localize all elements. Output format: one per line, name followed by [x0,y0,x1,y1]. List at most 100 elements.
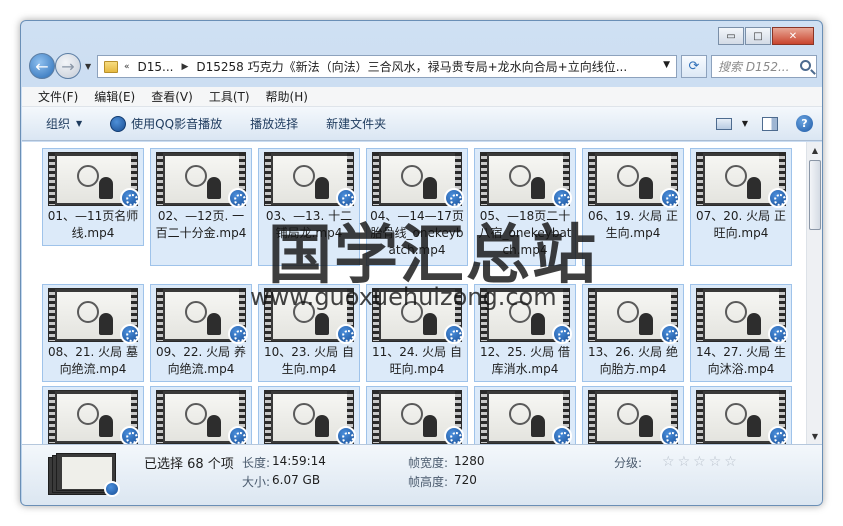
close-button[interactable]: ✕ [772,27,814,45]
file-name: 12、25. 火局 借库消水.mp4 [480,345,570,376]
file-item[interactable]: 07、20. 火局 正旺向.mp4 [690,148,792,266]
arrow-left-icon: ← [35,56,49,76]
file-item[interactable] [150,386,252,444]
breadcrumb-current[interactable]: D15258 巧克力《新法（向法）三合风水，禄马贵专局+龙水向合局+立向线位..… [196,58,627,75]
file-name: 02、—12页. 一百二十分金.mp4 [155,209,247,240]
compass-diagram [509,165,531,187]
compass-diagram [725,403,747,425]
file-item[interactable] [582,386,684,444]
file-item[interactable]: 05、—18页二十八宿_onekeybatch.mp4 [474,148,576,266]
new-folder-label: 新建文件夹 [326,117,387,131]
scroll-down-icon[interactable]: ▼ [807,428,822,444]
file-item[interactable]: 06、19. 火局 正生向.mp4 [582,148,684,266]
star-icon[interactable]: ☆ [678,454,691,470]
file-item[interactable]: 10、23. 火局 自生向.mp4 [258,284,360,382]
star-icon[interactable]: ☆ [709,454,722,470]
frame-height-value: 720 [454,473,477,487]
presenter [99,177,113,199]
compass-diagram [617,403,639,425]
presenter [531,313,545,335]
help-icon[interactable]: ? [796,115,813,132]
preview-pane-icon[interactable] [762,116,778,131]
star-icon[interactable]: ☆ [693,454,706,470]
compass-diagram [401,403,423,425]
file-item[interactable] [42,386,144,444]
presenter [207,313,221,335]
compass-diagram [185,301,207,323]
file-item[interactable] [474,386,576,444]
qq-player-icon [120,324,140,344]
file-list-area: 01、—11页名师线.mp4 02、—12页. 一百二十分金.mp4 03、—13.… [22,142,822,444]
presenter [207,415,221,437]
chevron-down-icon: ▼ [76,119,83,128]
presenter [423,415,437,437]
menu-file[interactable]: 文件(F) [38,88,78,105]
compass-diagram [77,403,99,425]
star-icon[interactable]: ☆ [662,454,675,470]
view-dropdown-icon[interactable]: ▼ [742,119,748,128]
search-placeholder: 搜索 D152... [718,60,790,74]
file-item[interactable]: 14、27. 火局 生向沐浴.mp4 [690,284,792,382]
scroll-thumb[interactable] [809,160,821,230]
presenter [315,313,329,335]
qq-player-icon [768,188,788,208]
play-selection-button[interactable]: 播放选择 [250,115,298,132]
file-item[interactable]: 02、—12页. 一百二十分金.mp4 [150,148,252,266]
address-bar[interactable]: « D15... ▶ D15258 巧克力《新法（向法）三合风水，禄马贵专局+龙… [97,55,677,78]
chevron-right-icon[interactable]: ▶ [181,62,188,72]
file-name: 10、23. 火局 自生向.mp4 [264,345,354,376]
size-value: 6.07 GB [272,473,321,487]
play-with-qq-button[interactable]: 使用QQ影音播放 [110,115,222,132]
back-button[interactable]: ← [29,53,55,79]
organize-button[interactable]: 组织 ▼ [46,115,82,132]
qq-player-icon [336,324,356,344]
qq-player-icon [552,426,572,444]
recent-pages-dropdown[interactable]: ▼ [85,62,91,71]
title-bar: ▭ □ ✕ [21,21,822,49]
length-label: 长度: [242,456,271,470]
address-dropdown-icon[interactable]: ▼ [663,60,670,70]
frame-width-label: 帧宽度: [408,456,449,470]
file-item[interactable]: 01、—11页名师线.mp4 [42,148,144,246]
menu-view[interactable]: 查看(V) [151,88,193,105]
file-item[interactable] [258,386,360,444]
presenter [747,415,761,437]
compass-diagram [509,301,531,323]
file-item[interactable]: 04、—14—17页胎骨线_onekeybatch.mp4 [366,148,468,266]
compass-diagram [617,301,639,323]
file-item[interactable] [366,386,468,444]
refresh-button[interactable]: ⟳ [681,55,707,78]
breadcrumb-parent[interactable]: D15... [138,60,174,74]
file-item[interactable]: 08、21. 火局 墓向绝流.mp4 [42,284,144,382]
forward-button[interactable]: → [55,53,81,79]
overflow-crumbs-icon[interactable]: « [124,62,130,72]
rating-stars[interactable]: ☆ ☆ ☆ ☆ ☆ [662,454,740,470]
new-folder-button[interactable]: 新建文件夹 [326,115,386,132]
file-item[interactable] [690,386,792,444]
change-view-icon[interactable] [715,117,732,130]
minimize-button[interactable]: ▭ [718,27,744,45]
file-item[interactable]: 12、25. 火局 借库消水.mp4 [474,284,576,382]
file-item[interactable]: 09、22. 火局 养向绝流.mp4 [150,284,252,382]
compass-diagram [401,165,423,187]
compass-diagram [617,165,639,187]
search-input[interactable]: 搜索 D152... [711,55,817,78]
qq-player-icon [552,188,572,208]
qq-player-icon [444,188,464,208]
search-icon[interactable] [800,60,811,71]
qq-player-icon [660,324,680,344]
file-item[interactable]: 03、—13. 十二铺局龙.mp4 [258,148,360,266]
star-icon[interactable]: ☆ [724,454,737,470]
menu-help[interactable]: 帮助(H) [266,88,308,105]
qq-player-icon [768,426,788,444]
file-item[interactable]: 13、26. 火局 绝向胎方.mp4 [582,284,684,382]
file-name: 14、27. 火局 生向沐浴.mp4 [696,345,786,376]
menu-edit[interactable]: 编辑(E) [94,88,135,105]
file-item[interactable]: 11、24. 火局 自旺向.mp4 [366,284,468,382]
scroll-up-icon[interactable]: ▲ [807,142,822,158]
file-name: 11、24. 火局 自旺向.mp4 [372,345,462,376]
maximize-button[interactable]: □ [745,27,771,45]
vertical-scrollbar[interactable]: ▲ ▼ [806,142,822,444]
menu-tools[interactable]: 工具(T) [209,88,250,105]
explorer-window: ▭ □ ✕ ← → ▼ « D15... ▶ D15258 巧克力《新法（向法）… [20,20,823,506]
